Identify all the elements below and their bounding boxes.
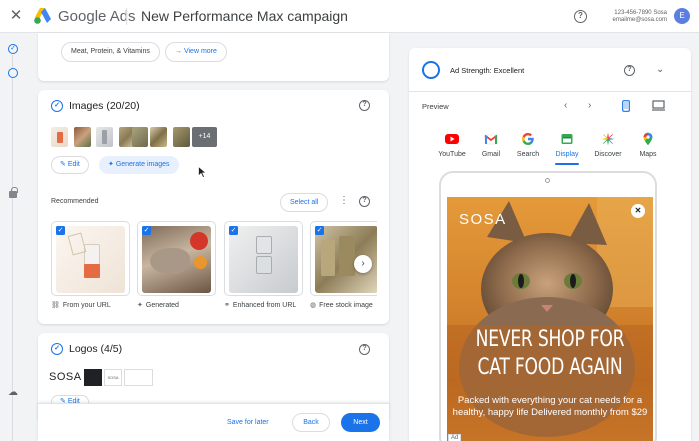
brand-name: Google Ads	[58, 8, 136, 25]
checkbox-checked-icon[interactable]: ✓	[229, 226, 238, 235]
image-thumbnail[interactable]	[150, 127, 167, 147]
step-current-icon[interactable]	[8, 68, 18, 78]
ad-badge: Ad	[448, 434, 462, 441]
generate-images-button[interactable]: ✦ Generate images	[99, 156, 179, 174]
back-button[interactable]: Back	[292, 413, 330, 432]
step-rail	[0, 33, 25, 441]
help-icon[interactable]: ?	[624, 65, 635, 76]
more-images-count[interactable]: +14	[192, 127, 217, 147]
ad-strength-ring-icon	[422, 61, 440, 79]
account-email: emailme@sosa.com	[612, 17, 667, 23]
help-icon[interactable]: ?	[574, 10, 587, 23]
ad-headline: NEVER SHOP FOR CAT FOOD AGAIN	[475, 327, 625, 380]
carousel-next-icon[interactable]: ›	[354, 255, 372, 273]
recommended-caption: ◍ Free stock image	[310, 302, 373, 309]
image-thumbnail[interactable]	[51, 127, 68, 147]
discover-icon	[601, 132, 615, 146]
checkbox-checked-icon[interactable]: ✓	[142, 226, 151, 235]
ad-brand-name: SOSA	[459, 211, 507, 228]
divider	[409, 91, 691, 92]
desktop-device-icon[interactable]	[652, 100, 665, 111]
more-vert-icon[interactable]: ⋮	[339, 195, 349, 206]
account-info[interactable]: 123-456-7890 Sosa emailme@sosa.com	[600, 10, 667, 24]
image-thumbnail[interactable]	[74, 127, 91, 147]
check-circle-icon: ✓	[51, 343, 63, 355]
active-tab-indicator	[555, 163, 579, 165]
next-button[interactable]: Next	[341, 413, 380, 432]
lock-icon	[9, 187, 18, 198]
edit-images-button[interactable]: ✎ Edit	[51, 156, 89, 174]
step-complete-icon[interactable]: ✓	[8, 44, 18, 54]
account-id: 123-456-7890 Sosa	[614, 10, 667, 16]
chevron-left-icon[interactable]: ‹	[564, 100, 567, 111]
recommended-caption: ✦ Generated	[137, 302, 179, 309]
chevron-right-icon[interactable]: ›	[588, 100, 591, 111]
top-app-bar: ✕ Google Ads New Performance Max campaig…	[0, 0, 699, 33]
mouse-cursor-icon	[198, 166, 207, 178]
help-icon[interactable]: ?	[359, 344, 370, 355]
channel-youtube[interactable]: YouTube	[432, 132, 472, 158]
arrow-right-icon: →	[175, 48, 184, 55]
help-icon[interactable]: ?	[359, 100, 370, 111]
logos-section-title: Logos (4/5)	[69, 343, 123, 355]
maps-pin-icon	[643, 132, 653, 146]
camera-icon	[545, 178, 550, 183]
checkbox-checked-icon[interactable]: ✓	[315, 226, 324, 235]
view-more-button[interactable]: → View more	[165, 42, 227, 62]
image-thumbnail[interactable]	[96, 127, 113, 147]
preview-label: Preview	[422, 102, 449, 111]
avatar[interactable]: E	[674, 8, 690, 24]
cloud-icon: ☁	[8, 387, 18, 398]
channel-discover[interactable]: Discover	[588, 132, 628, 158]
logo-thumbnail[interactable]	[84, 369, 102, 386]
logo-thumbnail[interactable]: SOSA	[104, 369, 122, 386]
select-all-button[interactable]: Select all	[280, 193, 329, 212]
channel-gmail[interactable]: Gmail	[471, 132, 511, 158]
recommended-label: Recommended	[51, 198, 99, 205]
logo-thumbnail[interactable]	[124, 369, 153, 386]
display-icon	[561, 134, 573, 144]
step-line	[12, 55, 13, 441]
logo-thumbnail[interactable]: SOSA	[49, 369, 81, 386]
image-thumbnail[interactable]	[173, 127, 190, 147]
recommended-caption: ⚭ Enhanced from URL	[224, 302, 297, 309]
globe-icon: ◍	[310, 302, 317, 309]
youtube-icon	[445, 134, 459, 144]
page-title: New Performance Max campaign	[141, 8, 348, 24]
channel-display[interactable]: Display	[547, 132, 587, 158]
ad-strength-label: Ad Strength: Excellent	[450, 66, 525, 75]
ad-body-text: Packed with everything your cat needs fo…	[452, 395, 648, 418]
close-icon[interactable]: ✕	[631, 204, 645, 218]
mobile-device-icon[interactable]	[622, 100, 630, 112]
close-icon[interactable]: ✕	[8, 8, 24, 24]
image-thumbnail[interactable]	[132, 127, 148, 147]
check-circle-icon: ✓	[51, 100, 63, 112]
google-ads-logo	[34, 8, 51, 24]
enhance-icon: ⚭	[224, 302, 230, 309]
save-for-later-button[interactable]: Save for later	[227, 419, 269, 426]
link-icon: ⛓	[51, 302, 60, 309]
images-section-title: Images (20/20)	[69, 100, 140, 112]
google-icon	[522, 133, 534, 145]
channel-search[interactable]: Search	[508, 132, 548, 158]
recommended-caption: ⛓ From your URL	[51, 302, 111, 309]
category-chip[interactable]: Meat, Protein, & Vitamins	[61, 42, 160, 62]
chevron-down-icon[interactable]: ⌄	[656, 64, 664, 75]
channel-maps[interactable]: Maps	[628, 132, 668, 158]
sparkle-icon: ✦	[137, 302, 143, 309]
recommended-image-card[interactable]: ✓	[224, 221, 303, 296]
sparkle-icon: ✦	[108, 161, 116, 168]
recommended-image-card[interactable]: ✓	[51, 221, 130, 296]
footer-bar	[38, 403, 389, 441]
recommended-image-card[interactable]: ✓	[137, 221, 216, 296]
divider	[126, 8, 127, 25]
help-icon[interactable]: ?	[359, 196, 370, 207]
pencil-icon: ✎	[60, 161, 68, 168]
gmail-icon	[484, 134, 498, 145]
checkbox-checked-icon[interactable]: ✓	[56, 226, 65, 235]
